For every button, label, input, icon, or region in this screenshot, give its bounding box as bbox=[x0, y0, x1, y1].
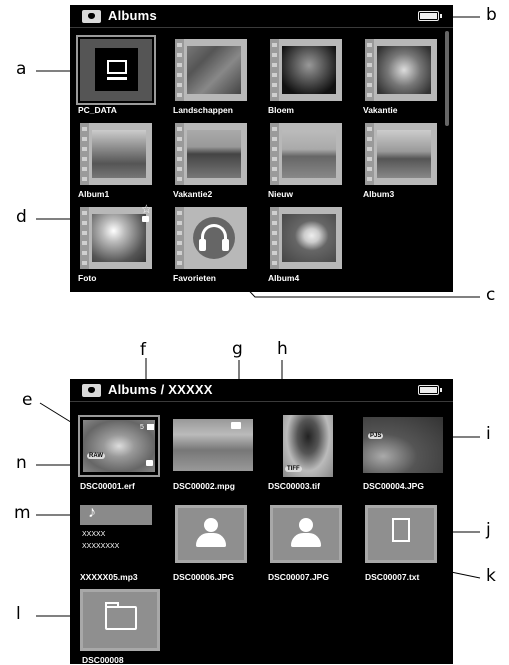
callout-m: m bbox=[14, 503, 31, 523]
album-tile[interactable]: Album3 bbox=[359, 119, 453, 207]
callout-e: e bbox=[22, 390, 33, 410]
album-tile[interactable]: Nieuw bbox=[264, 119, 358, 207]
album-tile[interactable]: Landschappen bbox=[169, 35, 263, 123]
callout-n: n bbox=[16, 453, 27, 473]
callout-i: i bbox=[486, 424, 491, 444]
person-icon bbox=[204, 518, 218, 532]
file-label: DSC00006.JPG bbox=[173, 572, 234, 582]
album-tile[interactable]: ☆ Foto bbox=[74, 203, 168, 291]
album-label: Nieuw bbox=[268, 189, 294, 199]
album-tile[interactable]: Favorieten bbox=[169, 203, 263, 291]
album-label: PC_DATA bbox=[78, 105, 117, 115]
file-tile[interactable] bbox=[365, 505, 437, 563]
file-label: DSC00002.mpg bbox=[173, 481, 235, 491]
file-label: DSC00007.txt bbox=[365, 572, 420, 582]
callout-l: l bbox=[16, 604, 21, 624]
folder-icon bbox=[105, 606, 137, 630]
album-label: Favorieten bbox=[173, 273, 216, 283]
file-tile[interactable]: TIFF bbox=[283, 415, 333, 477]
callout-d: d bbox=[16, 207, 27, 227]
title-bar: Albums bbox=[70, 5, 453, 28]
file-label: DSC00004.JPG bbox=[363, 481, 424, 491]
vacation-thumbnail bbox=[377, 46, 431, 94]
album-tile[interactable]: Album4 bbox=[264, 203, 358, 291]
file-label: DSC00003.tif bbox=[268, 481, 320, 491]
print-count: 5 bbox=[140, 424, 144, 431]
album-label: Vakantie bbox=[363, 105, 398, 115]
dog-thumbnail bbox=[83, 420, 155, 472]
callout-j: j bbox=[486, 520, 491, 540]
landscape-thumbnail bbox=[187, 46, 241, 94]
album-tile[interactable]: Album1 bbox=[74, 119, 168, 207]
album-label: Vakantie2 bbox=[173, 189, 213, 199]
lock-icon bbox=[142, 216, 149, 222]
screen-title: Albums bbox=[108, 8, 157, 23]
video-icon bbox=[231, 422, 241, 429]
dark-sky-thumbnail bbox=[363, 417, 443, 473]
headphones-icon bbox=[193, 217, 235, 259]
screen-title: Albums / XXXXX bbox=[108, 382, 213, 397]
callout-g: g bbox=[232, 339, 243, 359]
file-tile[interactable]: PJS bbox=[363, 417, 443, 473]
document-icon bbox=[392, 518, 410, 542]
album-label: Album3 bbox=[363, 189, 395, 199]
album-tile[interactable]: PC_DATA bbox=[74, 35, 168, 123]
callout-b: b bbox=[486, 5, 497, 25]
album-icon bbox=[82, 10, 101, 23]
callout-f: f bbox=[140, 340, 146, 360]
battery-icon bbox=[418, 385, 442, 395]
callout-h: h bbox=[277, 339, 288, 359]
meadow-thumbnail bbox=[377, 130, 431, 178]
album-tile[interactable]: Vakantie2 bbox=[169, 119, 263, 207]
lake-thumbnail bbox=[187, 130, 241, 178]
building-thumbnail bbox=[92, 130, 146, 178]
printer-icon bbox=[147, 424, 154, 430]
track-line: XXXXX bbox=[82, 531, 106, 538]
album-label: Bloem bbox=[268, 105, 294, 115]
person-icon bbox=[299, 518, 313, 532]
lock-icon bbox=[146, 460, 153, 466]
album-label: Landschappen bbox=[173, 105, 233, 115]
file-tile[interactable] bbox=[270, 505, 342, 563]
album-contents-screen: Albums / XXXXX RAW 5 DSC00001.erf DSC000… bbox=[70, 379, 453, 665]
callout-c: c bbox=[486, 285, 496, 305]
music-note-icon: ♪ bbox=[88, 504, 96, 521]
album-icon bbox=[82, 384, 101, 397]
dog-video-thumbnail bbox=[173, 419, 253, 471]
album-tile[interactable]: Vakantie bbox=[359, 35, 453, 123]
file-tile[interactable]: RAW 5 bbox=[78, 415, 160, 477]
sunburst-thumbnail bbox=[92, 214, 146, 262]
album-label: Album1 bbox=[78, 189, 110, 199]
callout-a: a bbox=[16, 59, 27, 79]
coast-thumbnail bbox=[282, 130, 336, 178]
file-tile[interactable]: ♪ XXXXX XXXXXXXX bbox=[80, 504, 152, 563]
tiff-badge: TIFF bbox=[285, 466, 302, 472]
computer-icon bbox=[107, 60, 127, 74]
callout-k: k bbox=[486, 566, 496, 586]
albums-screen: Albums PC_DATA Landschappen Bloem Vakant… bbox=[70, 5, 453, 292]
album-tile[interactable]: Bloem bbox=[264, 35, 358, 123]
raw-badge: RAW bbox=[87, 453, 105, 459]
star-icon: ☆ bbox=[141, 202, 152, 216]
album-label: Album4 bbox=[268, 273, 300, 283]
title-bar: Albums / XXXXX bbox=[70, 379, 453, 402]
file-tile[interactable] bbox=[175, 505, 247, 563]
file-label: XXXXX05.mp3 bbox=[80, 572, 138, 582]
battery-icon bbox=[418, 11, 442, 21]
album-label: Foto bbox=[78, 273, 97, 283]
flower-thumbnail bbox=[282, 46, 336, 94]
format-badge: PJS bbox=[368, 433, 384, 439]
file-label: DSC00001.erf bbox=[80, 481, 135, 491]
file-label: DSC00007.JPG bbox=[268, 572, 329, 582]
file-tile[interactable] bbox=[173, 419, 253, 471]
track-line: XXXXXXXX bbox=[82, 543, 120, 550]
folder-tile[interactable] bbox=[80, 589, 160, 651]
swan-thumbnail bbox=[282, 214, 336, 262]
